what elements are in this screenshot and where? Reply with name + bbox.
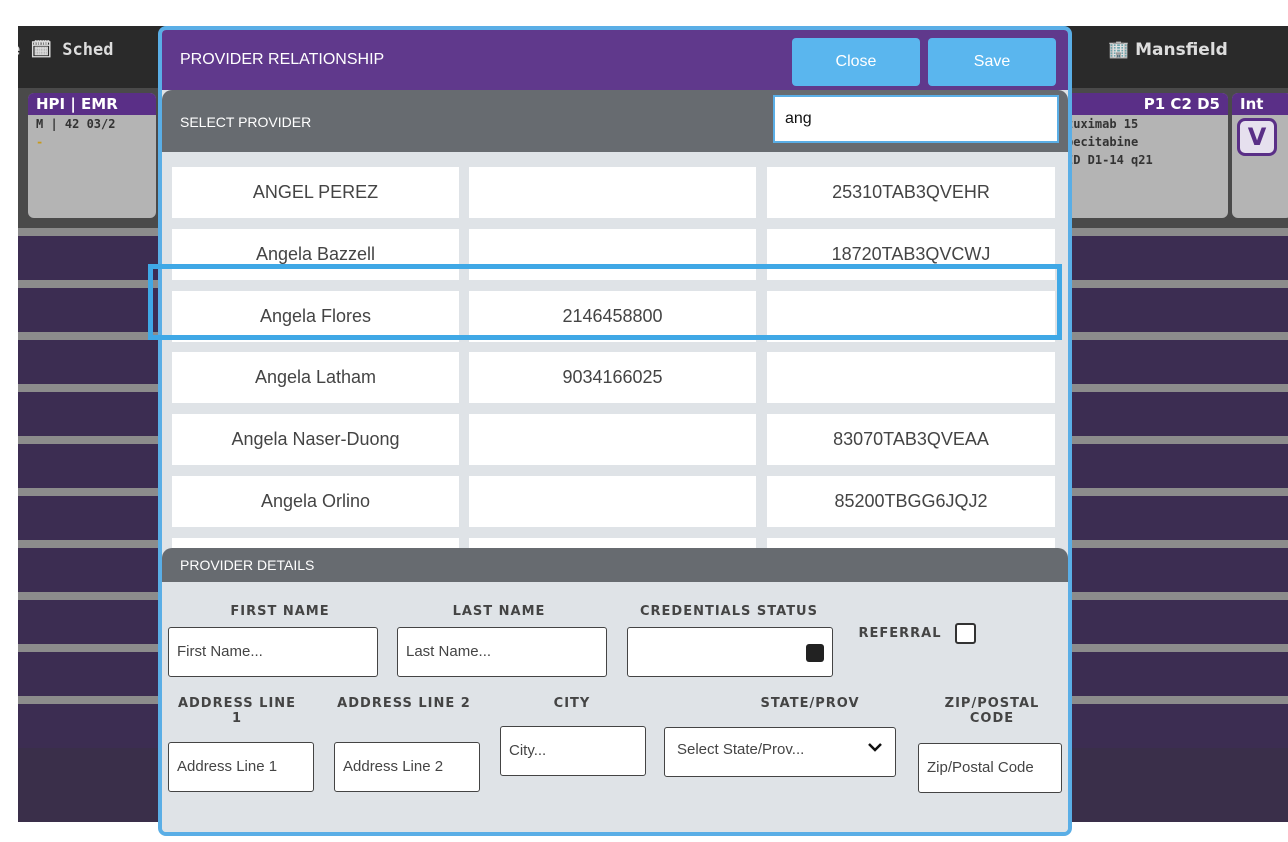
provider-row[interactable]: Angela Naser-Duong 83070TAB3QVEAA xyxy=(172,414,1055,465)
state-prov-selected: Select State/Prov... xyxy=(677,741,805,758)
background-schedule-tab[interactable]: e 🗓 Sched xyxy=(18,40,113,60)
provider-details-form: FIRST NAME First Name... LAST NAME Last … xyxy=(162,582,1068,832)
address-line-2-field[interactable]: Address Line 2 xyxy=(334,742,480,792)
background-location-label: 🏢 Mansfield xyxy=(1108,40,1228,60)
provider-name xyxy=(172,538,459,548)
provider-list: ANGEL PEREZ 25310TAB3QVEHR Angela Bazzel… xyxy=(162,152,1068,548)
close-button[interactable]: Close xyxy=(792,38,920,86)
provider-row[interactable]: Angela Orlino 85200TBGG6JQJ2 xyxy=(172,476,1055,527)
select-provider-bar: SELECT PROVIDER ang xyxy=(162,90,1068,152)
zip-postal-field[interactable]: Zip/Postal Code xyxy=(918,743,1062,793)
credentials-status-indicator xyxy=(806,644,824,662)
provider-phone: 2146458800 xyxy=(469,291,756,342)
background-card-line: tuximab 15 xyxy=(1066,117,1139,131)
provider-phone xyxy=(469,538,756,548)
provider-id: 83070TAB3QVEAA xyxy=(767,414,1055,465)
provider-name: ANGEL PEREZ xyxy=(172,167,459,218)
provider-name: Angela Orlino xyxy=(172,476,459,527)
first-name-label: FIRST NAME xyxy=(230,604,330,619)
provider-id xyxy=(767,352,1055,403)
provider-search-input[interactable]: ang xyxy=(773,95,1059,143)
provider-details-bar: PROVIDER DETAILS xyxy=(162,548,1068,582)
modal-title: PROVIDER RELATIONSHIP xyxy=(180,51,385,68)
zip-postal-label: ZIP/POSTAL CODE xyxy=(944,696,1040,726)
modal-header: PROVIDER RELATIONSHIP Close Save xyxy=(162,30,1068,90)
provider-phone xyxy=(469,476,756,527)
background-card-line: pecitabine xyxy=(1066,135,1139,149)
provider-id xyxy=(767,538,1055,548)
last-name-label: LAST NAME xyxy=(452,604,546,619)
provider-row-selected[interactable]: Angela Flores 2146458800 xyxy=(172,291,1055,342)
state-prov-label: STATE/PROV xyxy=(760,696,860,711)
provider-row[interactable] xyxy=(172,538,1055,548)
background-card-header: P1 C2 D5 xyxy=(1058,93,1228,115)
address-line-1-field[interactable]: Address Line 1 xyxy=(168,742,314,792)
provider-row[interactable]: Angela Bazzell 18720TAB3QVCWJ xyxy=(172,229,1055,280)
background-card-line: ID D1-14 q21 xyxy=(1066,153,1153,167)
state-prov-select[interactable]: Select State/Prov... xyxy=(664,727,896,777)
credentials-status-field[interactable] xyxy=(627,627,833,677)
provider-phone xyxy=(469,229,756,280)
referral-label: REFERRAL xyxy=(858,626,942,641)
provider-details-title: PROVIDER DETAILS xyxy=(180,557,315,573)
background-regimen-card[interactable]: P1 C2 D5 tuximab 15 pecitabine ID D1-14 … xyxy=(1058,93,1228,218)
provider-relationship-modal: PROVIDER RELATIONSHIP Close Save SELECT … xyxy=(158,26,1072,836)
provider-id: 25310TAB3QVEHR xyxy=(767,167,1055,218)
provider-name: Angela Latham xyxy=(172,352,459,403)
chevron-down-icon xyxy=(867,738,883,761)
provider-phone xyxy=(469,414,756,465)
background-v-button[interactable]: V xyxy=(1237,118,1277,156)
referral-checkbox[interactable] xyxy=(955,623,976,644)
provider-row[interactable]: Angela Latham 9034166025 xyxy=(172,352,1055,403)
city-field[interactable]: City... xyxy=(500,726,646,776)
select-provider-title: SELECT PROVIDER xyxy=(180,114,312,130)
provider-name: Angela Flores xyxy=(172,291,459,342)
address-line-2-label: ADDRESS LINE 2 xyxy=(337,696,471,711)
provider-phone xyxy=(469,167,756,218)
address-line-1-label: ADDRESS LINE 1 xyxy=(177,696,297,726)
city-label: CITY xyxy=(553,696,591,711)
last-name-field[interactable]: Last Name... xyxy=(397,627,607,677)
credentials-status-label: CREDENTIALS STATUS xyxy=(640,604,818,619)
provider-name: Angela Bazzell xyxy=(172,229,459,280)
background-card-line: - xyxy=(36,135,44,149)
background-card-line: M | 42 03/2 xyxy=(36,117,116,131)
provider-phone: 9034166025 xyxy=(469,352,756,403)
background-patient-card[interactable]: HPI | EMR M | 42 03/2 - xyxy=(28,93,156,218)
provider-id: 85200TBGG6JQJ2 xyxy=(767,476,1055,527)
first-name-field[interactable]: First Name... xyxy=(168,627,378,677)
provider-row[interactable]: ANGEL PEREZ 25310TAB3QVEHR xyxy=(172,167,1055,218)
background-card-header: HPI | EMR xyxy=(28,93,156,115)
save-button[interactable]: Save xyxy=(928,38,1056,86)
provider-id: 18720TAB3QVCWJ xyxy=(767,229,1055,280)
provider-id xyxy=(767,291,1055,342)
background-card-header: Int xyxy=(1232,93,1288,115)
provider-name: Angela Naser-Duong xyxy=(172,414,459,465)
